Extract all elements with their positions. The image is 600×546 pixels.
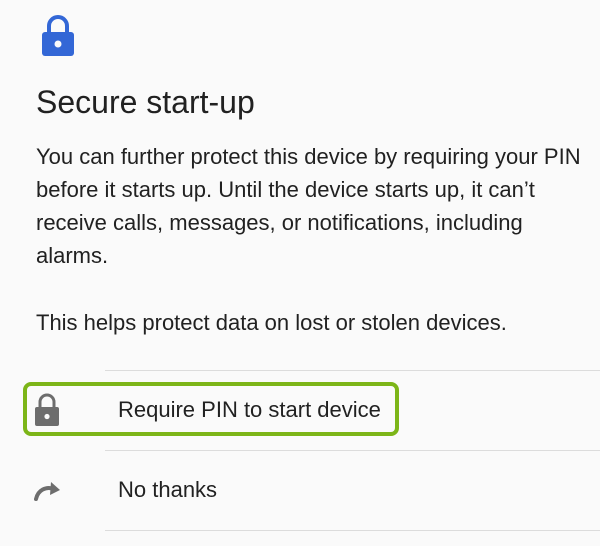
page-title: Secure start-up xyxy=(36,84,255,120)
require-pin-option[interactable]: Require PIN to start device xyxy=(0,371,600,449)
redo-arrow-icon xyxy=(32,473,62,507)
no-thanks-label: No thanks xyxy=(118,477,218,502)
lock-icon xyxy=(40,14,76,58)
require-pin-label: Require PIN to start device xyxy=(118,397,381,422)
no-thanks-option[interactable]: No thanks xyxy=(0,451,600,529)
divider xyxy=(105,530,600,531)
lock-icon xyxy=(32,393,62,427)
description-text: You can further protect this device by r… xyxy=(36,144,581,268)
secondary-description-text: This helps protect data on lost or stole… xyxy=(36,310,507,335)
